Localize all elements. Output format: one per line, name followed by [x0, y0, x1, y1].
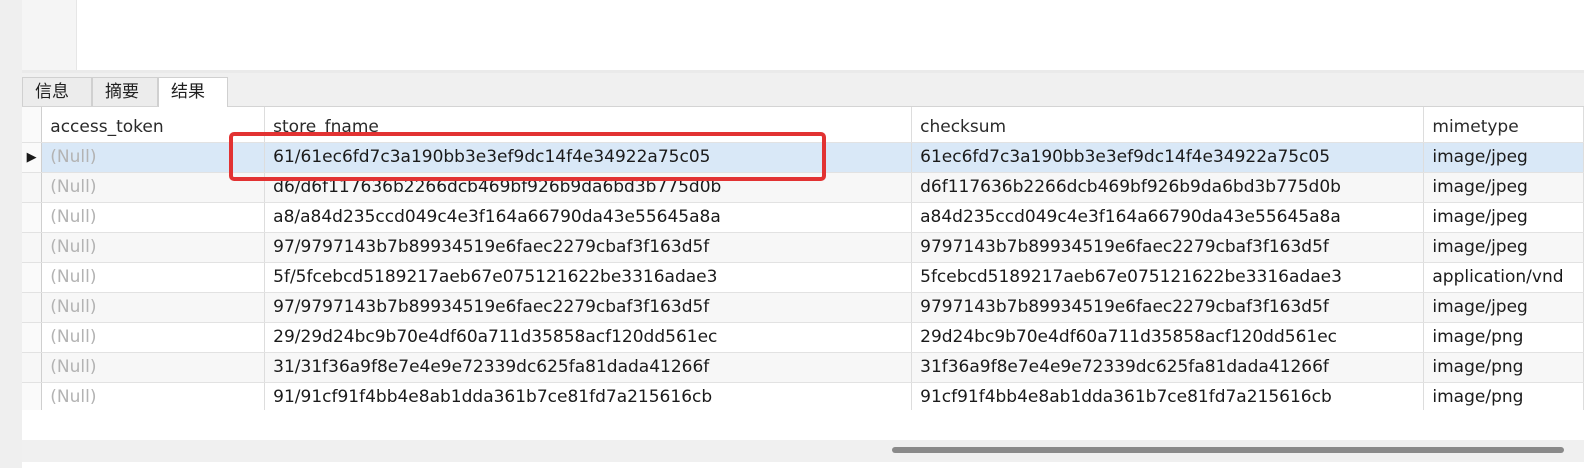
- cell-checksum[interactable]: 61ec6fd7c3a190bb3e3ef9dc14f4e34922a75c05: [911, 142, 1425, 173]
- row-header[interactable]: [22, 352, 43, 383]
- cell-mimetype[interactable]: application/vnd: [1423, 262, 1584, 293]
- cell-access-token[interactable]: (Null): [41, 172, 266, 203]
- column-header-store-fname[interactable]: store_fname: [264, 107, 913, 143]
- table-row[interactable]: (Null) d6/d6f117636b2266dcb469bf926b9da6b…: [22, 172, 1584, 203]
- grid-empty-area: [22, 410, 1584, 440]
- tab-summary[interactable]: 摘要: [92, 77, 158, 106]
- cell-store-fname[interactable]: 29/29d24bc9b70e4df60a711d35858acf120dd56…: [264, 322, 913, 353]
- cell-store-fname[interactable]: 97/9797143b7b89934519e6faec2279cbaf3f163…: [264, 232, 913, 263]
- cell-mimetype[interactable]: image/jpeg: [1423, 232, 1584, 263]
- cell-checksum[interactable]: 9797143b7b89934519e6faec2279cbaf3f163d5f: [911, 292, 1425, 323]
- result-tab-bar: 信息 摘要 结果 1: [22, 73, 1584, 131]
- cell-store-fname[interactable]: 61/61ec6fd7c3a190bb3e3ef9dc14f4e34922a75…: [264, 142, 913, 173]
- column-header-checksum[interactable]: checksum: [911, 107, 1425, 143]
- cell-store-fname[interactable]: 91/91cf91f4bb4e8ab1dda361b7ce81fd7a21561…: [264, 382, 913, 413]
- column-header-access-token[interactable]: access_token: [41, 107, 266, 143]
- cell-mimetype[interactable]: image/jpeg: [1423, 142, 1584, 173]
- cell-access-token[interactable]: (Null): [41, 322, 266, 353]
- cell-checksum[interactable]: d6f117636b2266dcb469bf926b9da6bd3b775d0b: [911, 172, 1425, 203]
- cell-store-fname[interactable]: 31/31f36a9f8e7e4e9e72339dc625fa81dada412…: [264, 352, 913, 383]
- row-header[interactable]: [22, 262, 43, 293]
- row-header[interactable]: [22, 172, 43, 203]
- table-row[interactable]: ▶ (Null) 61/61ec6fd7c3a190bb3e3ef9dc14f4e3…: [22, 142, 1584, 173]
- cell-access-token[interactable]: (Null): [41, 352, 266, 383]
- editor-line-gutter: [22, 0, 77, 70]
- cell-mimetype[interactable]: image/jpeg: [1423, 202, 1584, 233]
- table-row[interactable]: (Null) 31/31f36a9f8e7e4e9e72339dc625fa81d…: [22, 352, 1584, 383]
- cell-checksum[interactable]: 29d24bc9b70e4df60a711d35858acf120dd561ec: [911, 322, 1425, 353]
- cell-store-fname[interactable]: 5f/5fcebcd5189217aeb67e075121622be3316ad…: [264, 262, 913, 293]
- cell-store-fname[interactable]: a8/a84d235ccd049c4e3f164a66790da43e55645…: [264, 202, 913, 233]
- cell-checksum[interactable]: 9797143b7b89934519e6faec2279cbaf3f163d5f: [911, 232, 1425, 263]
- cell-checksum[interactable]: 91cf91f4bb4e8ab1dda361b7ce81fd7a215616cb: [911, 382, 1425, 413]
- cell-access-token[interactable]: (Null): [41, 262, 266, 293]
- table-row[interactable]: (Null) 97/9797143b7b89934519e6faec2279cba…: [22, 292, 1584, 323]
- tab-result-1[interactable]: 结果 1: [158, 77, 228, 131]
- tab-info[interactable]: 信息: [22, 77, 92, 106]
- horizontal-scrollbar[interactable]: [22, 440, 1584, 462]
- table-row[interactable]: (Null) a8/a84d235ccd049c4e3f164a66790da43…: [22, 202, 1584, 233]
- cell-mimetype[interactable]: image/jpeg: [1423, 292, 1584, 323]
- row-header[interactable]: [22, 322, 43, 353]
- cell-mimetype[interactable]: image/png: [1423, 382, 1584, 413]
- cell-mimetype[interactable]: image/jpeg: [1423, 172, 1584, 203]
- cell-checksum[interactable]: 31f36a9f8e7e4e9e72339dc625fa81dada41266f: [911, 352, 1425, 383]
- cell-access-token[interactable]: (Null): [41, 382, 266, 413]
- cell-checksum[interactable]: 5fcebcd5189217aeb67e075121622be3316adae3: [911, 262, 1425, 293]
- row-header[interactable]: [22, 292, 43, 323]
- cell-checksum[interactable]: a84d235ccd049c4e3f164a66790da43e55645a8a: [911, 202, 1425, 233]
- current-row-indicator[interactable]: ▶: [22, 142, 43, 173]
- cell-mimetype[interactable]: image/png: [1423, 322, 1584, 353]
- result-grid[interactable]: access_token store_fname checksum mimety…: [22, 107, 1584, 413]
- row-header-corner: [22, 107, 43, 143]
- cell-store-fname[interactable]: 97/9797143b7b89934519e6faec2279cbaf3f163…: [264, 292, 913, 323]
- cell-access-token[interactable]: (Null): [41, 142, 266, 173]
- query-editor[interactable]: [77, 0, 1584, 70]
- cell-mimetype[interactable]: image/png: [1423, 352, 1584, 383]
- table-row[interactable]: (Null) 29/29d24bc9b70e4df60a711d35858acf1…: [22, 322, 1584, 353]
- cell-access-token[interactable]: (Null): [41, 202, 266, 233]
- scrollbar-thumb[interactable]: [892, 447, 1564, 453]
- cell-store-fname[interactable]: d6/d6f117636b2266dcb469bf926b9da6bd3b775…: [264, 172, 913, 203]
- table-row[interactable]: (Null) 5f/5fcebcd5189217aeb67e075121622be…: [22, 262, 1584, 293]
- left-panel-strip: [0, 0, 22, 468]
- cell-access-token[interactable]: (Null): [41, 232, 266, 263]
- row-header[interactable]: [22, 382, 43, 413]
- cell-access-token[interactable]: (Null): [41, 292, 266, 323]
- row-header[interactable]: [22, 202, 43, 233]
- grid-header-row: access_token store_fname checksum mimety…: [22, 107, 1584, 143]
- row-header[interactable]: [22, 232, 43, 263]
- table-row[interactable]: (Null) 91/91cf91f4bb4e8ab1dda361b7ce81fd7…: [22, 382, 1584, 413]
- column-header-mimetype[interactable]: mimetype: [1423, 107, 1584, 143]
- table-row[interactable]: (Null) 97/9797143b7b89934519e6faec2279cba…: [22, 232, 1584, 263]
